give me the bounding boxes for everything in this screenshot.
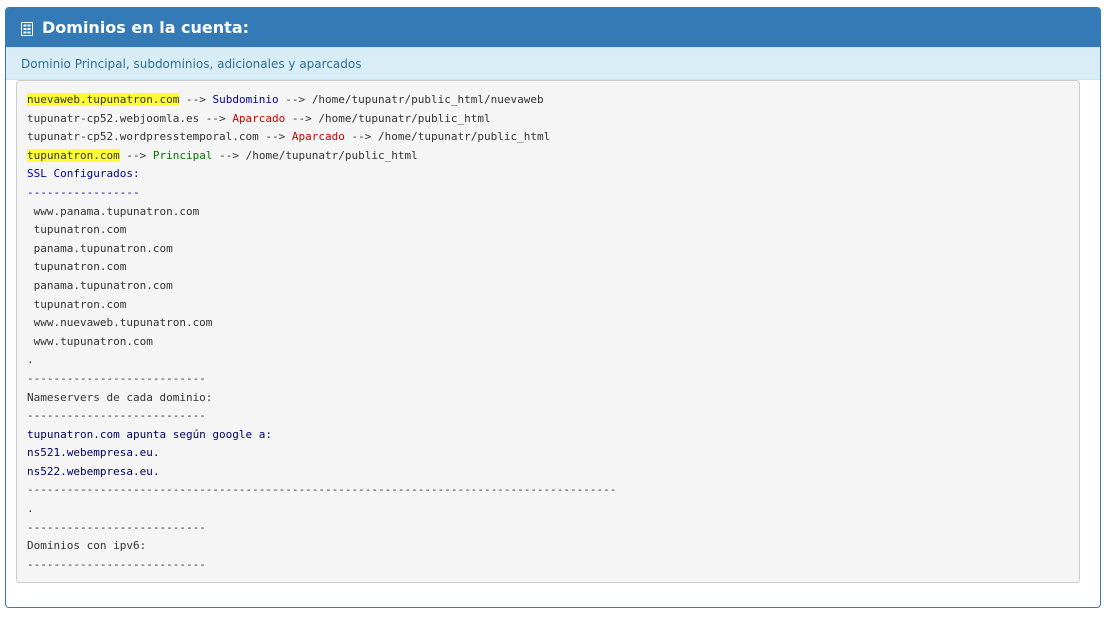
ssl-entry: tupunatron.com — [27, 260, 127, 274]
domain-name: tupunatr-cp52.wordpresstemporal.com — [27, 130, 259, 144]
panel-title: Dominios en la cuenta: — [42, 18, 250, 37]
ipv6-separator-top: --------------------------- — [27, 520, 206, 534]
nameservers-query: tupunatron.com apunta según google a: — [27, 427, 273, 441]
ssl-entry: panama.tupunatron.com — [27, 241, 173, 255]
domain-path: /home/tupunatr/public_html — [378, 130, 551, 144]
domain-name: nuevaweb.tupunatron.com — [27, 93, 180, 106]
ssl-entry: www.nuevaweb.tupunatron.com — [27, 316, 213, 330]
domain-line: tupunatr-cp52.webjoomla.es --> Aparcado … — [27, 111, 491, 125]
domain-name: tupunatr-cp52.webjoomla.es — [27, 111, 200, 125]
nameservers-separator-bottom: --------------------------- — [27, 409, 206, 423]
ssl-heading: SSL Configurados: — [27, 167, 140, 181]
domain-type: Aparcado — [291, 130, 345, 144]
domain-path: /home/tupunatr/public_html/nuevaweb — [311, 93, 544, 106]
nameserver-entry: ns521.webempresa.eu. — [27, 446, 160, 460]
ssl-separator: ----------------- — [27, 185, 140, 199]
long-separator: ----------------------------------------… — [27, 483, 617, 497]
nameservers-end-dot: . — [27, 502, 34, 516]
domain-type: Principal — [152, 148, 213, 162]
ssl-entry: panama.tupunatron.com — [27, 278, 173, 292]
ssl-entry: www.panama.tupunatron.com — [27, 204, 200, 218]
ipv6-separator-bottom: --------------------------- — [27, 557, 206, 571]
domain-line: tupunatr-cp52.wordpresstemporal.com --> … — [27, 130, 551, 144]
nameservers-heading: Nameservers de cada dominio: — [27, 390, 213, 404]
domain-type: Subdominio — [212, 93, 279, 106]
panel-subheading: Dominio Principal, subdominios, adiciona… — [6, 47, 1100, 80]
ssl-entry: tupunatron.com — [27, 223, 127, 237]
panel-heading: Dominios en la cuenta: — [6, 8, 1100, 47]
domain-name: tupunatron.com — [27, 148, 120, 162]
panel-subtitle: Dominio Principal, subdominios, adiciona… — [21, 56, 362, 71]
list-icon — [21, 21, 33, 36]
ssl-entry: www.tupunatron.com — [27, 334, 153, 348]
nameserver-entry: ns522.webempresa.eu. — [27, 464, 160, 478]
domain-path: /home/tupunatr/public_html — [245, 148, 418, 162]
ssl-entry: tupunatron.com — [27, 297, 127, 311]
domain-line: tupunatron.com --> Principal --> /home/t… — [27, 148, 418, 162]
domain-path: /home/tupunatr/public_html — [318, 111, 491, 125]
nameservers-separator-top: --------------------------- — [27, 371, 206, 385]
domain-line: nuevaweb.tupunatron.com --> Subdominio -… — [27, 93, 544, 106]
domains-output: nuevaweb.tupunatron.com --> Subdominio -… — [16, 80, 1080, 583]
domain-type: Aparcado — [232, 111, 286, 125]
ssl-end-dot: . — [27, 353, 34, 367]
ipv6-heading: Dominios con ipv6: — [27, 539, 147, 553]
